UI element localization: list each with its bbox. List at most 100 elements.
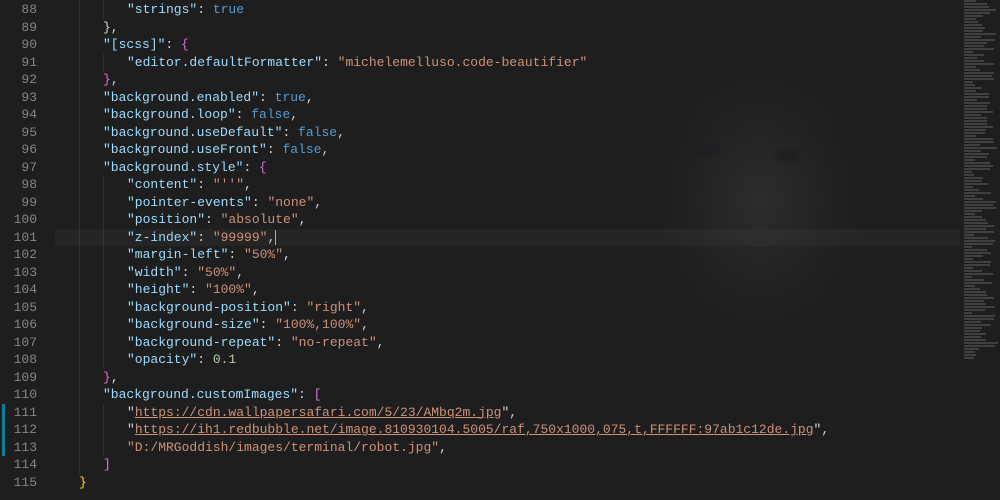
code-line[interactable]: "background.useDefault": false, [55, 124, 1000, 142]
minimap-line [964, 288, 980, 290]
token-punc: , [361, 317, 369, 332]
token-key: "background.style" [103, 160, 243, 175]
minimap-line [964, 120, 987, 122]
line-number: 98 [0, 176, 37, 194]
token-punc: : [243, 160, 259, 175]
line-number: 88 [0, 1, 37, 19]
code-line[interactable]: "width": "50%", [55, 264, 1000, 282]
code-line[interactable]: "[scss]": { [55, 36, 1000, 54]
token-punc: : [197, 230, 213, 245]
minimap[interactable] [960, 0, 1000, 500]
code-line[interactable]: "editor.defaultFormatter": "michelemellu… [55, 54, 1000, 72]
minimap-line [964, 87, 982, 89]
token-key: "background.enabled" [103, 90, 259, 105]
minimap-line [964, 141, 994, 143]
minimap-line [964, 93, 989, 95]
minimap-line [964, 306, 995, 308]
minimap-line [964, 183, 988, 185]
minimap-line [964, 144, 980, 146]
minimap-line [964, 324, 991, 326]
token-punc: : [197, 2, 213, 17]
minimap-line [964, 195, 975, 197]
code-line[interactable]: "background.loop": false, [55, 106, 1000, 124]
minimap-line [964, 45, 984, 47]
code-line[interactable]: "background.style": { [55, 159, 1000, 177]
minimap-line [964, 63, 994, 65]
line-number: 112 [0, 421, 37, 439]
token-bool: true [213, 2, 244, 17]
code-line[interactable]: "background-position": "right", [55, 299, 1000, 317]
line-number: 92 [0, 71, 37, 89]
token-key: "margin-left" [127, 247, 228, 262]
minimap-line [964, 9, 996, 11]
token-num: 0.1 [213, 352, 236, 367]
token-key: "background-size" [127, 317, 260, 332]
line-number: 114 [0, 456, 37, 474]
code-line[interactable]: "opacity": 0.1 [55, 351, 1000, 369]
minimap-line [964, 333, 986, 335]
code-line[interactable]: "pointer-events": "none", [55, 194, 1000, 212]
minimap-line [964, 246, 972, 248]
line-number: 106 [0, 316, 37, 334]
minimap-line [964, 216, 982, 218]
minimap-line [964, 147, 997, 149]
line-number: 93 [0, 89, 37, 107]
minimap-line [964, 312, 972, 314]
code-line[interactable]: "background.enabled": true, [55, 89, 1000, 107]
code-line[interactable]: }, [55, 19, 1000, 37]
token-key: "background.loop" [103, 107, 236, 122]
token-punc: : [298, 387, 314, 402]
code-line[interactable]: "background.useFront": false, [55, 141, 1000, 159]
minimap-line [964, 276, 972, 278]
token-str: "50%" [244, 247, 283, 262]
minimap-line [964, 84, 975, 86]
token-str: "100%" [205, 282, 252, 297]
code-line[interactable]: "margin-left": "50%", [55, 246, 1000, 264]
code-line[interactable]: } [55, 474, 1000, 492]
minimap-line [964, 39, 995, 41]
token-punc: : [252, 195, 268, 210]
code-line[interactable]: "background-size": "100%,100%", [55, 316, 1000, 334]
token-punc: , [377, 335, 385, 350]
minimap-line [964, 138, 993, 140]
code-line[interactable]: "background.customImages": [ [55, 386, 1000, 404]
minimap-line [964, 273, 993, 275]
code-line[interactable]: "https://cdn.wallpapersafari.com/5/23/AM… [55, 404, 1000, 422]
code-line[interactable]: "z-index": "99999", [55, 229, 1000, 247]
code-line[interactable]: }, [55, 369, 1000, 387]
minimap-line [964, 213, 975, 215]
minimap-line [964, 159, 975, 161]
minimap-line [964, 327, 982, 329]
minimap-line [964, 192, 991, 194]
token-brace2: { [181, 37, 189, 52]
code-line[interactable]: "content": "''", [55, 176, 1000, 194]
line-number: 107 [0, 334, 37, 352]
code-line[interactable]: "position": "absolute", [55, 211, 1000, 229]
minimap-line [964, 249, 987, 251]
token-str: "michelemelluso.code-beautifier" [338, 55, 588, 70]
line-number: 110 [0, 386, 37, 404]
code-line[interactable]: "height": "100%", [55, 281, 1000, 299]
minimap-line [964, 171, 972, 173]
token-punc: : [322, 55, 338, 70]
code-line[interactable]: ] [55, 456, 1000, 474]
code-line[interactable]: "strings": true [55, 1, 1000, 19]
token-punc: , [306, 90, 314, 105]
code-line[interactable]: "background-repeat": "no-repeat", [55, 334, 1000, 352]
token-str: "D:/MRGoddish/images/terminal/robot.jpg" [127, 440, 439, 455]
minimap-line [964, 345, 995, 347]
line-number: 115 [0, 474, 37, 492]
code-line[interactable]: "https://ih1.redbubble.net/image.8109301… [55, 421, 1000, 439]
code-line[interactable]: }, [55, 71, 1000, 89]
line-number: 91 [0, 54, 37, 72]
token-str: "99999" [213, 230, 268, 245]
token-brace: } [79, 475, 87, 490]
minimap-line [964, 27, 985, 29]
minimap-line [964, 177, 983, 179]
minimap-line [964, 162, 990, 164]
minimap-line [964, 309, 985, 311]
code-line[interactable]: "D:/MRGoddish/images/terminal/robot.jpg"… [55, 439, 1000, 457]
line-number: 90 [0, 36, 37, 54]
code-editor[interactable]: 8889909192939495969798991001011021031041… [0, 0, 1000, 500]
code-content[interactable]: "strings": true},"[scss]": {"editor.defa… [55, 0, 1000, 500]
